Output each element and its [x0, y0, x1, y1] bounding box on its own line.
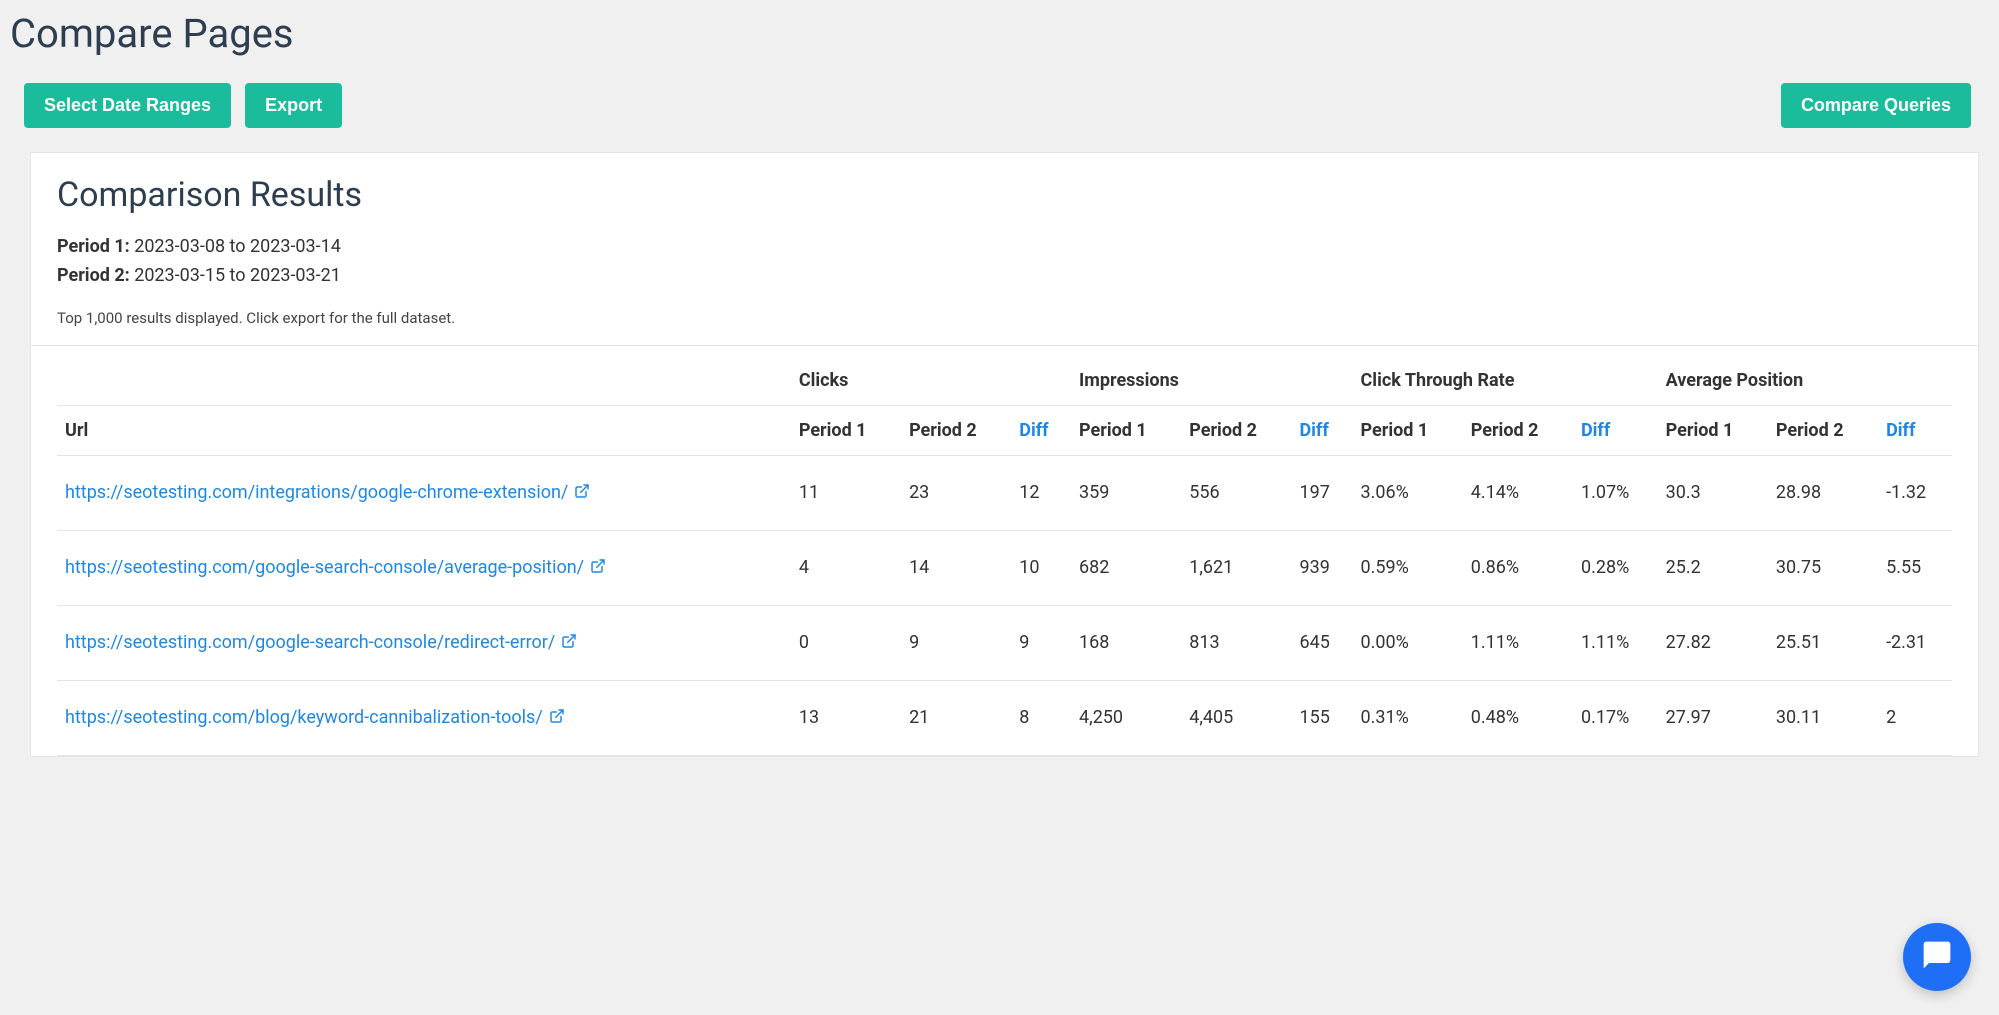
- cell-imp_diff: 155: [1291, 680, 1352, 755]
- cell-ctr_diff: 1.07%: [1573, 455, 1658, 530]
- cell-imp_p2: 556: [1181, 455, 1291, 530]
- col-ctr-diff[interactable]: Diff: [1573, 405, 1658, 455]
- cell-imp_p2: 1,621: [1181, 530, 1291, 605]
- cell-ctr_p1: 0.00%: [1353, 605, 1463, 680]
- cell-ctr_diff: 1.11%: [1573, 605, 1658, 680]
- results-note: Top 1,000 results displayed. Click expor…: [57, 309, 1952, 327]
- cell-ctr_p2: 1.11%: [1463, 605, 1573, 680]
- col-group-impressions: Impressions: [1071, 356, 1353, 406]
- url-link[interactable]: https://seotesting.com/google-search-con…: [65, 632, 555, 653]
- select-date-ranges-button[interactable]: Select Date Ranges: [24, 83, 231, 128]
- cell-pos_p1: 27.82: [1658, 605, 1768, 680]
- table-row: https://seotesting.com/integrations/goog…: [57, 455, 1952, 530]
- cell-ctr_p2: 4.14%: [1463, 455, 1573, 530]
- cell-imp_p1: 168: [1071, 605, 1181, 680]
- cell-ctr_p1: 0.31%: [1353, 680, 1463, 755]
- col-pos-diff[interactable]: Diff: [1878, 405, 1952, 455]
- cell-clicks_diff: 12: [1011, 455, 1071, 530]
- cell-clicks_diff: 9: [1011, 605, 1071, 680]
- cell-clicks_p1: 0: [791, 605, 901, 680]
- cell-imp_diff: 645: [1291, 605, 1352, 680]
- compare-queries-button[interactable]: Compare Queries: [1781, 83, 1971, 128]
- cell-ctr_diff: 0.17%: [1573, 680, 1658, 755]
- col-ctr-p2[interactable]: Period 2: [1463, 405, 1573, 455]
- period2-value: 2023-03-15 to 2023-03-21: [134, 265, 341, 286]
- cell-pos_p2: 25.51: [1768, 605, 1878, 680]
- cell-clicks_diff: 10: [1011, 530, 1071, 605]
- divider: [31, 345, 1978, 346]
- cell-imp_diff: 939: [1291, 530, 1352, 605]
- cell-pos_p1: 27.97: [1658, 680, 1768, 755]
- cell-pos_p1: 25.2: [1658, 530, 1768, 605]
- results-title: Comparison Results: [57, 175, 1952, 215]
- cell-ctr_diff: 0.28%: [1573, 530, 1658, 605]
- comparison-table: Clicks Impressions Click Through Rate Av…: [57, 356, 1952, 756]
- url-link[interactable]: https://seotesting.com/integrations/goog…: [65, 482, 568, 503]
- external-link-icon[interactable]: [574, 483, 590, 504]
- cell-pos_diff: -2.31: [1878, 605, 1952, 680]
- cell-imp_p1: 682: [1071, 530, 1181, 605]
- cell-clicks_p1: 11: [791, 455, 901, 530]
- cell-ctr_p2: 0.48%: [1463, 680, 1573, 755]
- cell-imp_p2: 4,405: [1181, 680, 1291, 755]
- external-link-icon[interactable]: [561, 633, 577, 654]
- col-pos-p1[interactable]: Period 1: [1658, 405, 1768, 455]
- cell-imp_p1: 4,250: [1071, 680, 1181, 755]
- page-title: Compare Pages: [10, 10, 1999, 57]
- col-group-clicks: Clicks: [791, 356, 1071, 406]
- chat-icon: [1921, 939, 1953, 976]
- col-url[interactable]: Url: [57, 405, 791, 455]
- col-imp-diff[interactable]: Diff: [1291, 405, 1352, 455]
- export-button[interactable]: Export: [245, 83, 342, 128]
- results-card: Comparison Results Period 1: 2023-03-08 …: [30, 152, 1979, 757]
- period1-label: Period 1:: [57, 236, 130, 257]
- col-group-ctr: Click Through Rate: [1353, 356, 1658, 406]
- table-row: https://seotesting.com/google-search-con…: [57, 605, 1952, 680]
- cell-clicks_diff: 8: [1011, 680, 1071, 755]
- cell-pos_diff: 5.55: [1878, 530, 1952, 605]
- col-imp-p1[interactable]: Period 1: [1071, 405, 1181, 455]
- cell-imp_diff: 197: [1291, 455, 1352, 530]
- cell-pos_p1: 30.3: [1658, 455, 1768, 530]
- cell-ctr_p2: 0.86%: [1463, 530, 1573, 605]
- col-clicks-p1[interactable]: Period 1: [791, 405, 901, 455]
- external-link-icon[interactable]: [549, 708, 565, 729]
- table-row: https://seotesting.com/blog/keyword-cann…: [57, 680, 1952, 755]
- col-imp-p2[interactable]: Period 2: [1181, 405, 1291, 455]
- table-row: https://seotesting.com/google-search-con…: [57, 530, 1952, 605]
- col-clicks-diff[interactable]: Diff: [1011, 405, 1071, 455]
- cell-pos_p2: 30.11: [1768, 680, 1878, 755]
- col-clicks-p2[interactable]: Period 2: [901, 405, 1011, 455]
- url-link[interactable]: https://seotesting.com/blog/keyword-cann…: [65, 707, 543, 728]
- col-ctr-p1[interactable]: Period 1: [1353, 405, 1463, 455]
- cell-clicks_p2: 9: [901, 605, 1011, 680]
- col-pos-p2[interactable]: Period 2: [1768, 405, 1878, 455]
- cell-ctr_p1: 3.06%: [1353, 455, 1463, 530]
- period1-value: 2023-03-08 to 2023-03-14: [134, 236, 341, 257]
- external-link-icon[interactable]: [590, 558, 606, 579]
- cell-clicks_p2: 21: [901, 680, 1011, 755]
- cell-clicks_p2: 23: [901, 455, 1011, 530]
- url-link[interactable]: https://seotesting.com/google-search-con…: [65, 557, 584, 578]
- action-bar: Select Date Ranges Export Compare Querie…: [10, 83, 1999, 128]
- cell-clicks_p1: 4: [791, 530, 901, 605]
- period2-label: Period 2:: [57, 265, 130, 286]
- cell-imp_p2: 813: [1181, 605, 1291, 680]
- cell-clicks_p1: 13: [791, 680, 901, 755]
- col-group-position: Average Position: [1658, 356, 1952, 406]
- chat-fab[interactable]: [1903, 923, 1971, 991]
- cell-pos_p2: 30.75: [1768, 530, 1878, 605]
- cell-imp_p1: 359: [1071, 455, 1181, 530]
- cell-pos_p2: 28.98: [1768, 455, 1878, 530]
- cell-pos_diff: 2: [1878, 680, 1952, 755]
- cell-ctr_p1: 0.59%: [1353, 530, 1463, 605]
- cell-clicks_p2: 14: [901, 530, 1011, 605]
- cell-pos_diff: -1.32: [1878, 455, 1952, 530]
